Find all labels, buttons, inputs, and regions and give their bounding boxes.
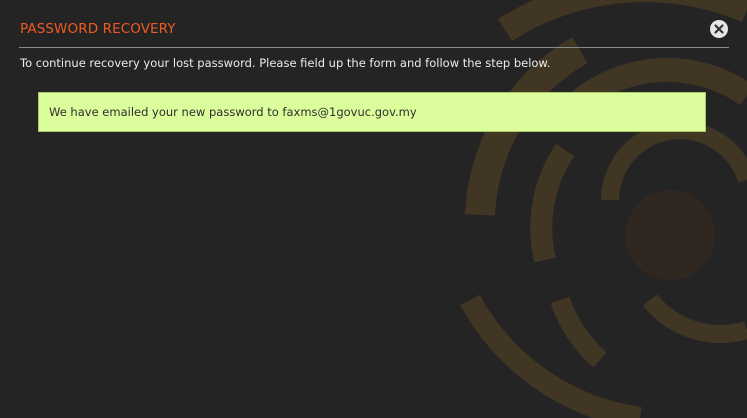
password-recovery-dialog: PASSWORD RECOVERY To continue recovery y…	[0, 0, 747, 418]
success-alert: We have emailed your new password to fax…	[38, 92, 706, 132]
alert-message: We have emailed your new password to fax…	[49, 105, 417, 119]
instructions-text: To continue recovery your lost password.…	[20, 56, 551, 70]
title-divider	[19, 47, 729, 48]
close-icon	[714, 24, 724, 34]
close-button[interactable]	[710, 20, 728, 38]
dialog-title: PASSWORD RECOVERY	[20, 21, 176, 37]
